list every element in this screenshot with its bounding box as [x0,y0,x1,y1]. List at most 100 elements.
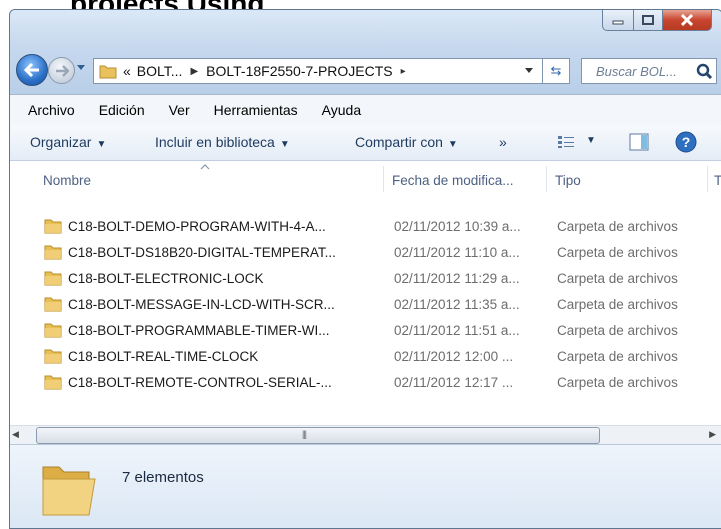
include-library-label: Incluir en biblioteca [155,134,275,150]
folder-icon [44,245,62,260]
menu-edicion[interactable]: Edición [99,102,145,118]
column-divider[interactable] [546,166,547,192]
file-type: Carpeta de archivos [557,323,678,338]
organize-label: Organizar [30,134,92,150]
breadcrumb-trailing-separator[interactable]: ▸ [401,66,406,77]
file-name: C18-BOLT-DS18B20-DIGITAL-TEMPERAT... [68,245,336,260]
folder-icon [44,297,62,312]
file-type: Carpeta de archivos [557,297,678,312]
scroll-left-icon[interactable]: ◀ [12,429,19,440]
search-box[interactable]: Buscar BOL... [581,58,717,84]
forward-button[interactable] [48,57,75,84]
address-bar[interactable]: « BOLT... ▶ BOLT-18F2550-7-PROJECTS ▸ [93,58,543,84]
column-header: Nombre Fecha de modifica... Tipo T [10,161,721,194]
scrollbar-thumb[interactable]: ||| [36,427,600,444]
breadcrumb-separator-icon[interactable]: ▶ [190,66,198,77]
column-extra[interactable]: T [714,173,721,188]
folder-icon [44,323,62,338]
file-name: C18-BOLT-REMOTE-CONTROL-SERIAL-... [68,375,332,390]
horizontal-scrollbar[interactable]: ◀ ||| ▶ [10,425,721,444]
views-dropdown-icon[interactable]: ▼ [586,135,596,146]
folder-icon [99,65,117,79]
minimize-icon [612,20,624,25]
chevron-down-icon: ▼ [279,139,290,150]
file-date: 02/11/2012 12:00 ... [394,349,514,364]
minimize-button[interactable] [602,10,634,31]
close-icon [680,14,694,26]
table-row[interactable]: C18-BOLT-REAL-TIME-CLOCK 02/11/2012 12:0… [10,344,721,370]
file-type: Carpeta de archivos [557,245,678,260]
svg-text:?: ? [682,134,691,150]
more-commands-button[interactable]: » [499,134,507,150]
caption-buttons [602,10,712,31]
search-placeholder[interactable]: Buscar BOL... [596,64,677,79]
folder-icon [44,271,62,286]
file-type: Carpeta de archivos [557,219,678,234]
column-name[interactable]: Nombre [43,173,91,188]
folder-icon [44,219,62,234]
address-prefix[interactable]: « [123,63,131,79]
file-type: Carpeta de archivos [557,271,678,286]
folder-icon [44,375,62,390]
column-divider[interactable] [383,166,384,192]
sort-ascending-icon [200,164,210,170]
explorer-window: « BOLT... ▶ BOLT-18F2550-7-PROJECTS ▸ ⇆ … [9,9,721,529]
breadcrumb-current[interactable]: BOLT-18F2550-7-PROJECTS [206,63,392,79]
organize-button[interactable]: Organizar ▼ [30,134,106,150]
maximize-icon [642,15,654,25]
folder-icon [44,349,62,364]
breadcrumb-bolt[interactable]: BOLT... [137,63,183,79]
table-row[interactable]: C18-BOLT-DEMO-PROGRAM-WITH-4-A... 02/11/… [10,214,721,240]
back-arrow-icon [23,62,39,78]
help-icon[interactable]: ? [675,131,697,153]
address-dropdown-icon[interactable] [524,67,534,75]
chevron-down-icon: ▼ [96,139,107,150]
file-date: 02/11/2012 11:35 a... [394,297,520,312]
file-name: C18-BOLT-REAL-TIME-CLOCK [68,349,259,364]
forward-arrow-icon [55,64,69,77]
share-button[interactable]: Compartir con ▼ [355,134,458,150]
column-date[interactable]: Fecha de modifica... [392,173,514,188]
menu-archivo[interactable]: Archivo [28,102,75,118]
close-button[interactable] [663,10,712,31]
file-date: 02/11/2012 11:51 a... [394,323,520,338]
file-date: 02/11/2012 10:39 a... [394,219,521,234]
table-row[interactable]: C18-BOLT-REMOTE-CONTROL-SERIAL-... 02/11… [10,370,721,396]
share-label: Compartir con [355,134,443,150]
menu-ayuda[interactable]: Ayuda [322,102,361,118]
recent-pages-icon[interactable] [76,64,86,72]
file-date: 02/11/2012 11:10 a... [394,245,520,260]
include-library-button[interactable]: Incluir en biblioteca ▼ [155,134,290,150]
menu-ver[interactable]: Ver [169,102,190,118]
file-type: Carpeta de archivos [557,375,678,390]
search-icon[interactable] [696,63,712,79]
item-count: 7 elementos [122,469,204,486]
table-row[interactable]: C18-BOLT-PROGRAMMABLE-TIMER-WI... 02/11/… [10,318,721,344]
file-name: C18-BOLT-MESSAGE-IN-LCD-WITH-SCR... [68,297,335,312]
details-pane: 7 elementos [10,444,721,528]
scroll-right-icon[interactable]: ▶ [709,429,716,440]
file-name: C18-BOLT-ELECTRONIC-LOCK [68,271,264,286]
maximize-button[interactable] [634,10,663,31]
refresh-icon: ⇆ [550,63,562,78]
table-row[interactable]: C18-BOLT-DS18B20-DIGITAL-TEMPERAT... 02/… [10,240,721,266]
preview-pane-icon[interactable] [629,133,649,151]
file-date: 02/11/2012 12:17 ... [394,375,514,390]
views-icon[interactable] [557,135,575,149]
file-type: Carpeta de archivos [557,349,678,364]
column-type[interactable]: Tipo [555,173,581,188]
refresh-button[interactable]: ⇆ [543,58,570,84]
file-name: C18-BOLT-PROGRAMMABLE-TIMER-WI... [68,323,330,338]
file-date: 02/11/2012 11:29 a... [394,271,520,286]
grip-icon: ||| [302,429,307,439]
chevron-down-icon: ▼ [447,139,458,150]
back-button[interactable] [16,54,48,86]
large-folder-icon [42,466,96,516]
table-row[interactable]: C18-BOLT-ELECTRONIC-LOCK 02/11/2012 11:2… [10,266,721,292]
file-list: Nombre Fecha de modifica... Tipo T C18-B… [10,161,721,425]
menu-herramientas[interactable]: Herramientas [214,102,298,118]
column-divider[interactable] [707,166,708,192]
menu-bar: Archivo Edición Ver Herramientas Ayuda [10,94,721,126]
table-row[interactable]: C18-BOLT-MESSAGE-IN-LCD-WITH-SCR... 02/1… [10,292,721,318]
file-name: C18-BOLT-DEMO-PROGRAM-WITH-4-A... [68,219,326,234]
